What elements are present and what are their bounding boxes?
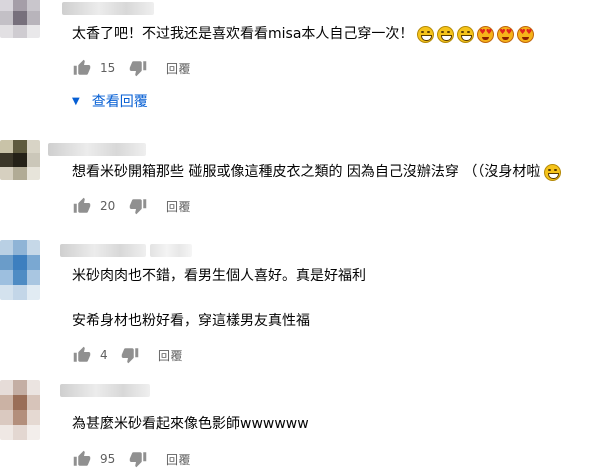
dislike-button[interactable] <box>128 196 148 216</box>
thumbs-down-icon <box>129 452 147 468</box>
avatar[interactable] <box>0 0 40 38</box>
reply-button[interactable]: 回覆 <box>158 347 183 364</box>
grinning-face-icon <box>544 163 562 181</box>
comment-text-body: 太香了吧！不过我还是喜欢看看misa本人自己穿一次！ <box>72 26 414 42</box>
view-replies-label: 查看回覆 <box>91 94 148 110</box>
caret-down-icon: ▼ <box>72 95 80 107</box>
thumbs-down-icon <box>129 199 147 215</box>
heart-eyes-face-icon <box>497 25 515 43</box>
grinning-face-icon <box>437 25 455 43</box>
reply-button[interactable]: 回覆 <box>166 451 191 468</box>
reply-button[interactable]: 回覆 <box>166 198 191 215</box>
author-name[interactable] <box>48 143 146 156</box>
heart-eyes-face-icon <box>477 25 495 43</box>
dislike-button[interactable] <box>128 58 148 78</box>
emoji-row <box>417 25 535 43</box>
like-button[interactable] <box>72 58 92 78</box>
author-name[interactable] <box>60 384 150 397</box>
comment-actions: 20 回覆 <box>72 196 191 216</box>
comment-text: 想看米砂開箱那些 碰服或像這種皮衣之類的 因為自己沒辦法穿 （（沒身材啦 <box>72 163 562 181</box>
avatar[interactable] <box>0 140 40 180</box>
comment-text: 為甚麼米砂看起來像色影師wwwwww <box>72 416 309 432</box>
like-button[interactable] <box>72 196 92 216</box>
view-replies-button[interactable]: ▼ 查看回覆 <box>72 91 148 111</box>
grinning-face-icon <box>417 25 435 43</box>
comment-actions: 15 回覆 <box>72 58 191 78</box>
dislike-button[interactable] <box>128 449 148 469</box>
author-name[interactable] <box>62 2 154 15</box>
like-count: 95 <box>100 452 116 466</box>
author-name[interactable] <box>60 244 146 257</box>
comment-text-body: 想看米砂開箱那些 碰服或像這種皮衣之類的 因為自己沒辦法穿 （（沒身材啦 <box>72 164 541 180</box>
thumbs-down-icon <box>121 348 139 364</box>
thumbs-up-icon <box>73 197 91 213</box>
reply-button[interactable]: 回覆 <box>166 60 191 77</box>
thumbs-up-icon <box>73 346 91 362</box>
comment-text: 米砂肉肉也不錯，看男生個人喜好。真是好福利 <box>72 268 366 284</box>
comment-actions: 95 回覆 <box>72 449 191 469</box>
timestamp <box>150 244 192 257</box>
like-button[interactable] <box>72 345 92 365</box>
emoji-row <box>544 163 562 181</box>
like-count: 15 <box>100 61 116 75</box>
avatar[interactable] <box>0 240 40 300</box>
comment-actions: 4 回覆 <box>72 345 183 365</box>
like-count: 20 <box>100 199 116 213</box>
thumbs-up-icon <box>73 59 91 75</box>
heart-eyes-face-icon <box>517 25 535 43</box>
dislike-button[interactable] <box>120 345 140 365</box>
like-button[interactable] <box>72 449 92 469</box>
like-count: 4 <box>100 348 108 362</box>
comment-text-line2: 安希身材也粉好看，穿這樣男友真性福 <box>72 313 310 329</box>
comment-text: 太香了吧！不过我还是喜欢看看misa本人自己穿一次！ <box>72 25 535 43</box>
avatar[interactable] <box>0 380 40 440</box>
thumbs-up-icon <box>73 450 91 466</box>
grinning-face-icon <box>457 25 475 43</box>
thumbs-down-icon <box>129 61 147 77</box>
